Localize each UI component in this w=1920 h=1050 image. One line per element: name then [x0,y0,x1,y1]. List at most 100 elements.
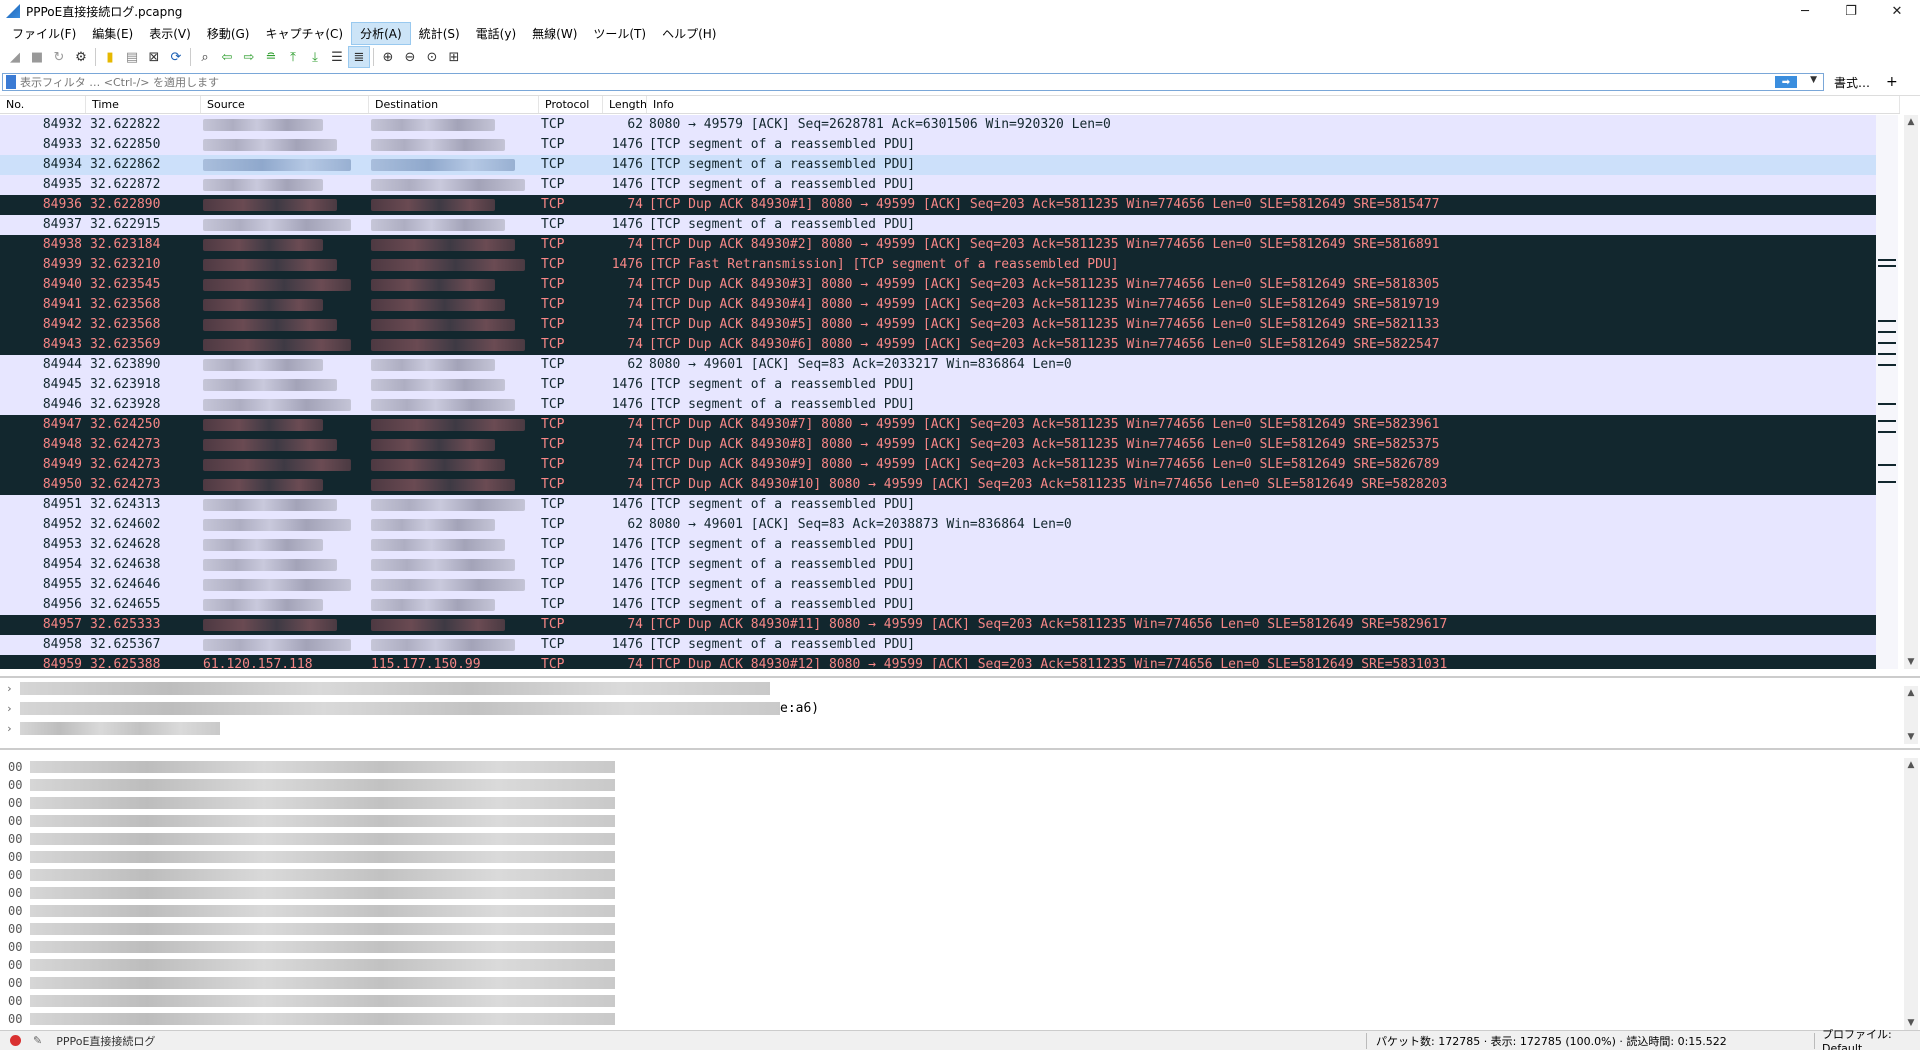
menu-telephony[interactable]: 電話(y) [468,23,524,44]
packet-row[interactable]: 84951 32.624313 TCP 1476 [TCP segment of a r… [0,495,1876,515]
last-packet-icon[interactable]: ⤓ [304,46,326,68]
packet-row[interactable]: 84959 32.625388 61.120.157.118 115.177.150.… [0,655,1876,669]
column-header-no[interactable]: No. [0,96,86,113]
expand-chevron-icon[interactable]: › [6,722,20,735]
capture-options-icon[interactable]: ⚙ [70,46,92,68]
menu-capture[interactable]: キャプチャ(C) [257,23,351,44]
packet-row[interactable]: 84944 32.623890 TCP 62 8080 → 49601 [ACK] Se… [0,355,1876,375]
menu-go[interactable]: 移動(G) [199,23,258,44]
start-capture-icon[interactable]: ◢ [4,46,26,68]
packet-row[interactable]: 84934 32.622862 TCP 1476 [TCP segment of a r… [0,155,1876,175]
save-file-icon[interactable]: ▤ [121,46,143,68]
first-packet-icon[interactable]: ⤒ [282,46,304,68]
hex-dump-row[interactable]: 00 [0,848,1920,866]
packet-row[interactable]: 84937 32.622915 TCP 1476 [TCP segment of a r… [0,215,1876,235]
minimize-button[interactable]: ─ [1782,0,1828,22]
hex-dump-row[interactable]: 00 [0,758,1920,776]
menu-tools[interactable]: ツール(T) [585,23,654,44]
scroll-up-icon[interactable]: ▲ [1904,686,1918,700]
packet-row[interactable]: 84940 32.623545 TCP 74 [TCP Dup ACK 84930#3]… [0,275,1876,295]
detail-ethernet-line[interactable]: › e:a6) [0,698,1920,718]
apply-filter-arrow-icon[interactable]: ➡ [1775,76,1797,88]
scroll-up-icon[interactable]: ▲ [1904,115,1918,129]
zoom-in-icon[interactable]: ⊕ [377,46,399,68]
zoom-normal-icon[interactable]: ⊙ [421,46,443,68]
hex-dump-row[interactable]: 00 [0,812,1920,830]
packet-row[interactable]: 84955 32.624646 TCP 1476 [TCP segment of a r… [0,575,1876,595]
packet-row[interactable]: 84936 32.622890 TCP 74 [TCP Dup ACK 84930#1]… [0,195,1876,215]
packet-row[interactable]: 84942 32.623568 TCP 74 [TCP Dup ACK 84930#5]… [0,315,1876,335]
filter-expressions-button[interactable]: 書式… [1834,74,1870,91]
open-file-icon[interactable]: ▮ [99,46,121,68]
close-button[interactable]: ✕ [1874,0,1920,22]
expand-chevron-icon[interactable]: › [6,702,20,715]
packet-row[interactable]: 84949 32.624273 TCP 74 [TCP Dup ACK 84930#9]… [0,455,1876,475]
hex-dump-row[interactable]: 00 [0,866,1920,884]
menu-analyze[interactable]: 分析(A) [351,21,411,45]
packet-row[interactable]: 84953 32.624628 TCP 1476 [TCP segment of a r… [0,535,1876,555]
column-header-protocol[interactable]: Protocol [539,96,603,113]
find-packet-icon[interactable]: ⌕ [194,46,216,68]
hex-dump-row[interactable]: 00 [0,992,1920,1010]
packet-row[interactable]: 84932 32.622822 TCP 62 8080 → 49579 [ACK] Se… [0,115,1876,135]
close-file-icon[interactable]: ⊠ [143,46,165,68]
expand-chevron-icon[interactable]: › [6,682,20,695]
expert-info-icon[interactable] [10,1035,21,1046]
packet-row[interactable]: 84945 32.623918 TCP 1476 [TCP segment of a r… [0,375,1876,395]
packet-minimap[interactable] [1876,115,1898,669]
add-filter-button[interactable]: + [1886,74,1898,90]
hex-dump-row[interactable]: 00 [0,938,1920,956]
menu-edit[interactable]: 編集(E) [84,23,141,44]
column-header-length[interactable]: Length [603,96,647,113]
packet-row[interactable]: 84941 32.623568 TCP 74 [TCP Dup ACK 84930#4]… [0,295,1876,315]
hex-dump-row[interactable]: 00 [0,776,1920,794]
packet-row[interactable]: 84948 32.624273 TCP 74 [TCP Dup ACK 84930#8]… [0,435,1876,455]
display-filter-input[interactable] [20,75,1780,89]
stop-capture-icon[interactable]: ■ [26,46,48,68]
packet-row[interactable]: 84957 32.625333 TCP 74 [TCP Dup ACK 84930#11… [0,615,1876,635]
hex-dump-row[interactable]: 00 [0,920,1920,938]
scroll-down-icon[interactable]: ▼ [1904,655,1918,669]
go-forward-icon[interactable]: ⇨ [238,46,260,68]
column-header-time[interactable]: Time [86,96,201,113]
packet-row[interactable]: 84950 32.624273 TCP 74 [TCP Dup ACK 84930#10… [0,475,1876,495]
hex-dump-row[interactable]: 00 [0,1010,1920,1028]
scroll-down-icon[interactable]: ▼ [1904,730,1918,744]
packet-row[interactable]: 84958 32.625367 TCP 1476 [TCP segment of a r… [0,635,1876,655]
details-scrollbar[interactable]: ▲ ▼ [1904,686,1918,744]
restart-capture-icon[interactable]: ↻ [48,46,70,68]
packet-row[interactable]: 84943 32.623569 TCP 74 [TCP Dup ACK 84930#6]… [0,335,1876,355]
resize-columns-icon[interactable]: ⊞ [443,46,465,68]
filter-dropdown-icon[interactable]: ▼ [1810,75,1817,85]
column-header-destination[interactable]: Destination [369,96,539,113]
column-header-info[interactable]: Info [647,96,1900,113]
packet-row[interactable]: 84935 32.622872 TCP 1476 [TCP segment of a r… [0,175,1876,195]
menu-help[interactable]: ヘルプ(H) [654,23,724,44]
menu-view[interactable]: 表示(V) [141,23,199,44]
packet-row[interactable]: 84946 32.623928 TCP 1476 [TCP segment of a r… [0,395,1876,415]
packet-row[interactable]: 84954 32.624638 TCP 1476 [TCP segment of a r… [0,555,1876,575]
menu-statistics[interactable]: 統計(S) [411,23,468,44]
detail-pppoe-line[interactable]: › [0,718,1920,738]
packet-list-scrollbar[interactable]: ▲ ▼ [1904,115,1918,669]
go-back-icon[interactable]: ⇦ [216,46,238,68]
bytes-scrollbar[interactable]: ▲ ▼ [1904,758,1918,1030]
hex-dump-row[interactable]: 00 [0,974,1920,992]
menu-wireless[interactable]: 無線(W) [524,23,585,44]
status-profile[interactable]: プロファイル: Default [1822,1026,1920,1050]
hex-dump-row[interactable]: 00 [0,956,1920,974]
packet-row[interactable]: 84947 32.624250 TCP 74 [TCP Dup ACK 84930#7]… [0,415,1876,435]
packet-row[interactable]: 84938 32.623184 TCP 74 [TCP Dup ACK 84930#2]… [0,235,1876,255]
hex-dump-row[interactable]: 00 [0,794,1920,812]
maximize-button[interactable]: ❐ [1828,0,1874,22]
hex-dump-row[interactable]: 00 [0,884,1920,902]
edit-comment-icon[interactable]: ✎ [33,1034,42,1047]
packet-row[interactable]: 84956 32.624655 TCP 1476 [TCP segment of a r… [0,595,1876,615]
zoom-out-icon[interactable]: ⊖ [399,46,421,68]
packet-row[interactable]: 84952 32.624602 TCP 62 8080 → 49601 [ACK] Se… [0,515,1876,535]
packet-row[interactable]: 84939 32.623210 TCP 1476 [TCP Fast Retransmi… [0,255,1876,275]
filter-bookmark-icon[interactable] [6,75,16,89]
menu-file[interactable]: ファイル(F) [4,23,84,44]
autoscroll-icon[interactable]: ☰ [326,46,348,68]
hex-dump-row[interactable]: 00 [0,830,1920,848]
